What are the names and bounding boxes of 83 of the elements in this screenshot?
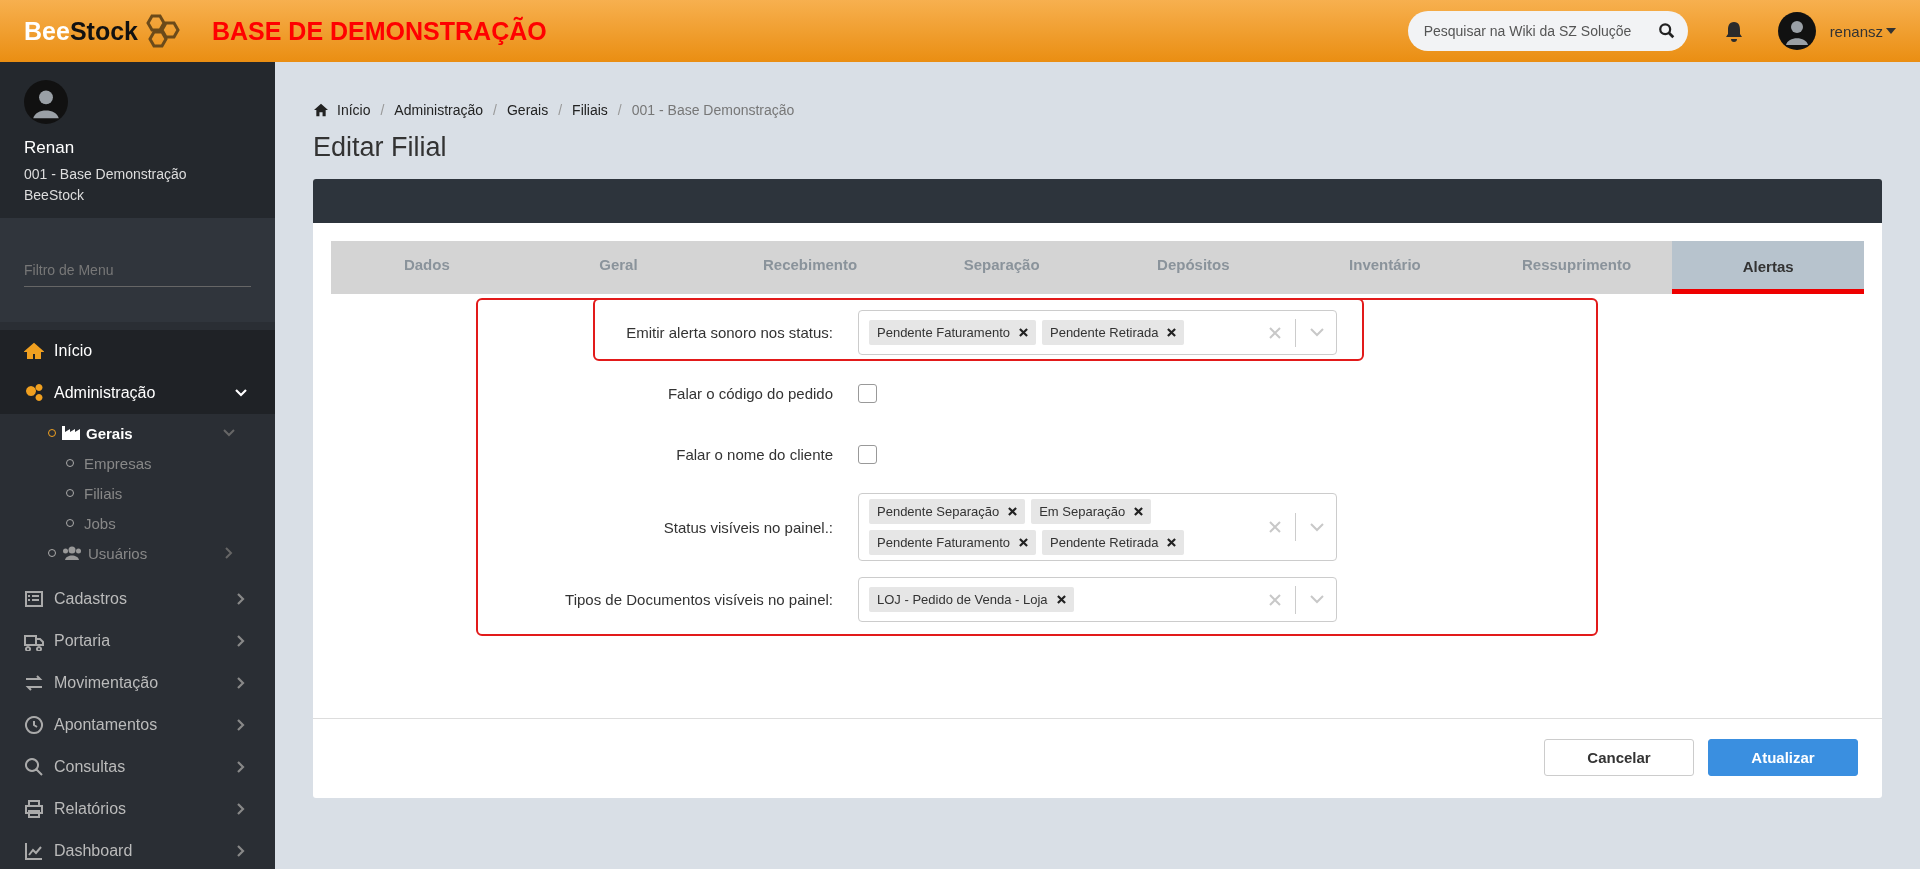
users-icon: [62, 546, 82, 560]
chevron-icon: [223, 427, 235, 439]
submenu-item[interactable]: Filiais: [0, 478, 275, 508]
search-icon[interactable]: [1657, 22, 1676, 40]
remove-icon[interactable]: [1167, 328, 1177, 337]
multiselect-field[interactable]: LOJ - Pedido de Venda - Loja: [858, 577, 1337, 622]
caret-icon: [1886, 28, 1896, 34]
checkbox[interactable]: [858, 445, 877, 464]
menu-item[interactable]: Consultas: [0, 746, 275, 788]
user-menu[interactable]: renansz: [1829, 22, 1896, 40]
menu-filter-field[interactable]: Filtro de Menu: [0, 218, 275, 322]
field-label: Tipos de Documentos visíveis no painel:: [564, 591, 833, 608]
submenu-item[interactable]: Gerais: [0, 418, 275, 448]
menu-item-icon: [24, 383, 44, 403]
cancel-button[interactable]: Cancelar: [1544, 739, 1694, 776]
multiselect-field[interactable]: Pendente Faturamento Pendente Retirada: [858, 310, 1337, 355]
selected-tag: Pendente Retirada: [1042, 320, 1185, 345]
remove-icon[interactable]: [1008, 507, 1018, 516]
breadcrumb-separator: /: [558, 102, 563, 118]
menu-item-icon: [24, 673, 44, 693]
home-icon[interactable]: [313, 103, 329, 117]
menu-item-icon: [24, 589, 44, 609]
submenu-item[interactable]: Empresas: [0, 448, 275, 478]
user-avatar-icon: [24, 80, 68, 124]
multiselect-field[interactable]: Pendente Separação Em Separação Pendente Faturamento Pendente Retirada: [858, 493, 1337, 561]
breadcrumb-separator: /: [493, 102, 497, 118]
chevron-icon: [235, 803, 247, 815]
field-label: Emitir alerta sonoro nos status:: [625, 324, 833, 341]
remove-icon[interactable]: [1134, 507, 1144, 516]
page-title: Editar Filial: [313, 132, 448, 163]
tab[interactable]: Alertas: [1672, 241, 1864, 294]
menu-item[interactable]: Movimentação: [0, 662, 275, 704]
selected-tag: Pendente Faturamento: [869, 320, 1036, 345]
wiki-search-field[interactable]: Pesquisar na Wiki da SZ Soluçõe: [1407, 11, 1688, 51]
chevron-icon: [235, 635, 247, 647]
submenu-item[interactable]: Jobs: [0, 508, 275, 538]
submenu-item[interactable]: Usuários: [0, 538, 275, 568]
breadcrumb-link[interactable]: Filiais: [572, 102, 608, 118]
user-name: Renan: [24, 138, 76, 158]
user-detail: 001 - Base Demonstração: [24, 165, 188, 184]
selected-tag: Em Separação: [1031, 499, 1152, 524]
chevron-icon: [235, 761, 247, 773]
field-label: Falar o código do pedido: [666, 385, 833, 402]
selected-tag: Pendente Faturamento: [869, 530, 1036, 555]
field-label: Falar o nome do cliente: [675, 446, 833, 463]
breadcrumb-link[interactable]: Gerais: [506, 102, 549, 118]
selected-tag: LOJ - Pedido de Venda - Loja: [869, 587, 1074, 612]
menu-item-icon: [24, 341, 44, 361]
menu-item[interactable]: Dashboard: [0, 830, 275, 869]
menu-item[interactable]: Cadastros: [0, 578, 275, 620]
remove-icon[interactable]: [1019, 328, 1028, 337]
user-detail: BeeStock: [24, 186, 85, 205]
menu-item[interactable]: Portaria: [0, 620, 275, 662]
remove-icon[interactable]: [1056, 595, 1066, 604]
selected-tag: Pendente Separação: [869, 499, 1026, 524]
bell-icon[interactable]: [1723, 20, 1744, 42]
menu-item[interactable]: Apontamentos: [0, 704, 275, 746]
user-avatar-icon[interactable]: [1777, 12, 1816, 50]
chevron-icon: [235, 593, 247, 605]
menu-item-icon: [24, 757, 44, 777]
menu-item[interactable]: Relatórios: [0, 788, 275, 830]
menu-item-icon: [24, 799, 44, 819]
breadcrumb-link[interactable]: Início: [337, 102, 371, 118]
chevron-icon: [235, 845, 247, 857]
remove-icon[interactable]: [1019, 538, 1028, 547]
chevron-icon: [235, 677, 247, 689]
remove-icon[interactable]: [1167, 538, 1177, 547]
menu-item-icon: [24, 841, 44, 861]
chevron-icon: [235, 387, 247, 399]
field-label: Status visíveis no painel.:: [662, 518, 833, 536]
chevron-icon: [235, 719, 247, 731]
factory-icon: [62, 426, 80, 440]
checkbox[interactable]: [858, 384, 877, 403]
menu-item[interactable]: Administração: [0, 372, 275, 414]
beestock-logo: BeeStock: [24, 13, 182, 49]
menu-item-icon: [24, 715, 44, 735]
chevron-icon: [223, 547, 235, 559]
breadcrumb-link[interactable]: Administração: [394, 102, 484, 118]
breadcrumb-separator: /: [380, 102, 385, 118]
menu-item[interactable]: Início: [0, 330, 275, 372]
breadcrumb-separator: /: [617, 102, 622, 118]
database-title: BASE DE DEMONSTRAÇÃO: [211, 16, 547, 46]
selected-tag: Pendente Retirada: [1042, 530, 1185, 555]
